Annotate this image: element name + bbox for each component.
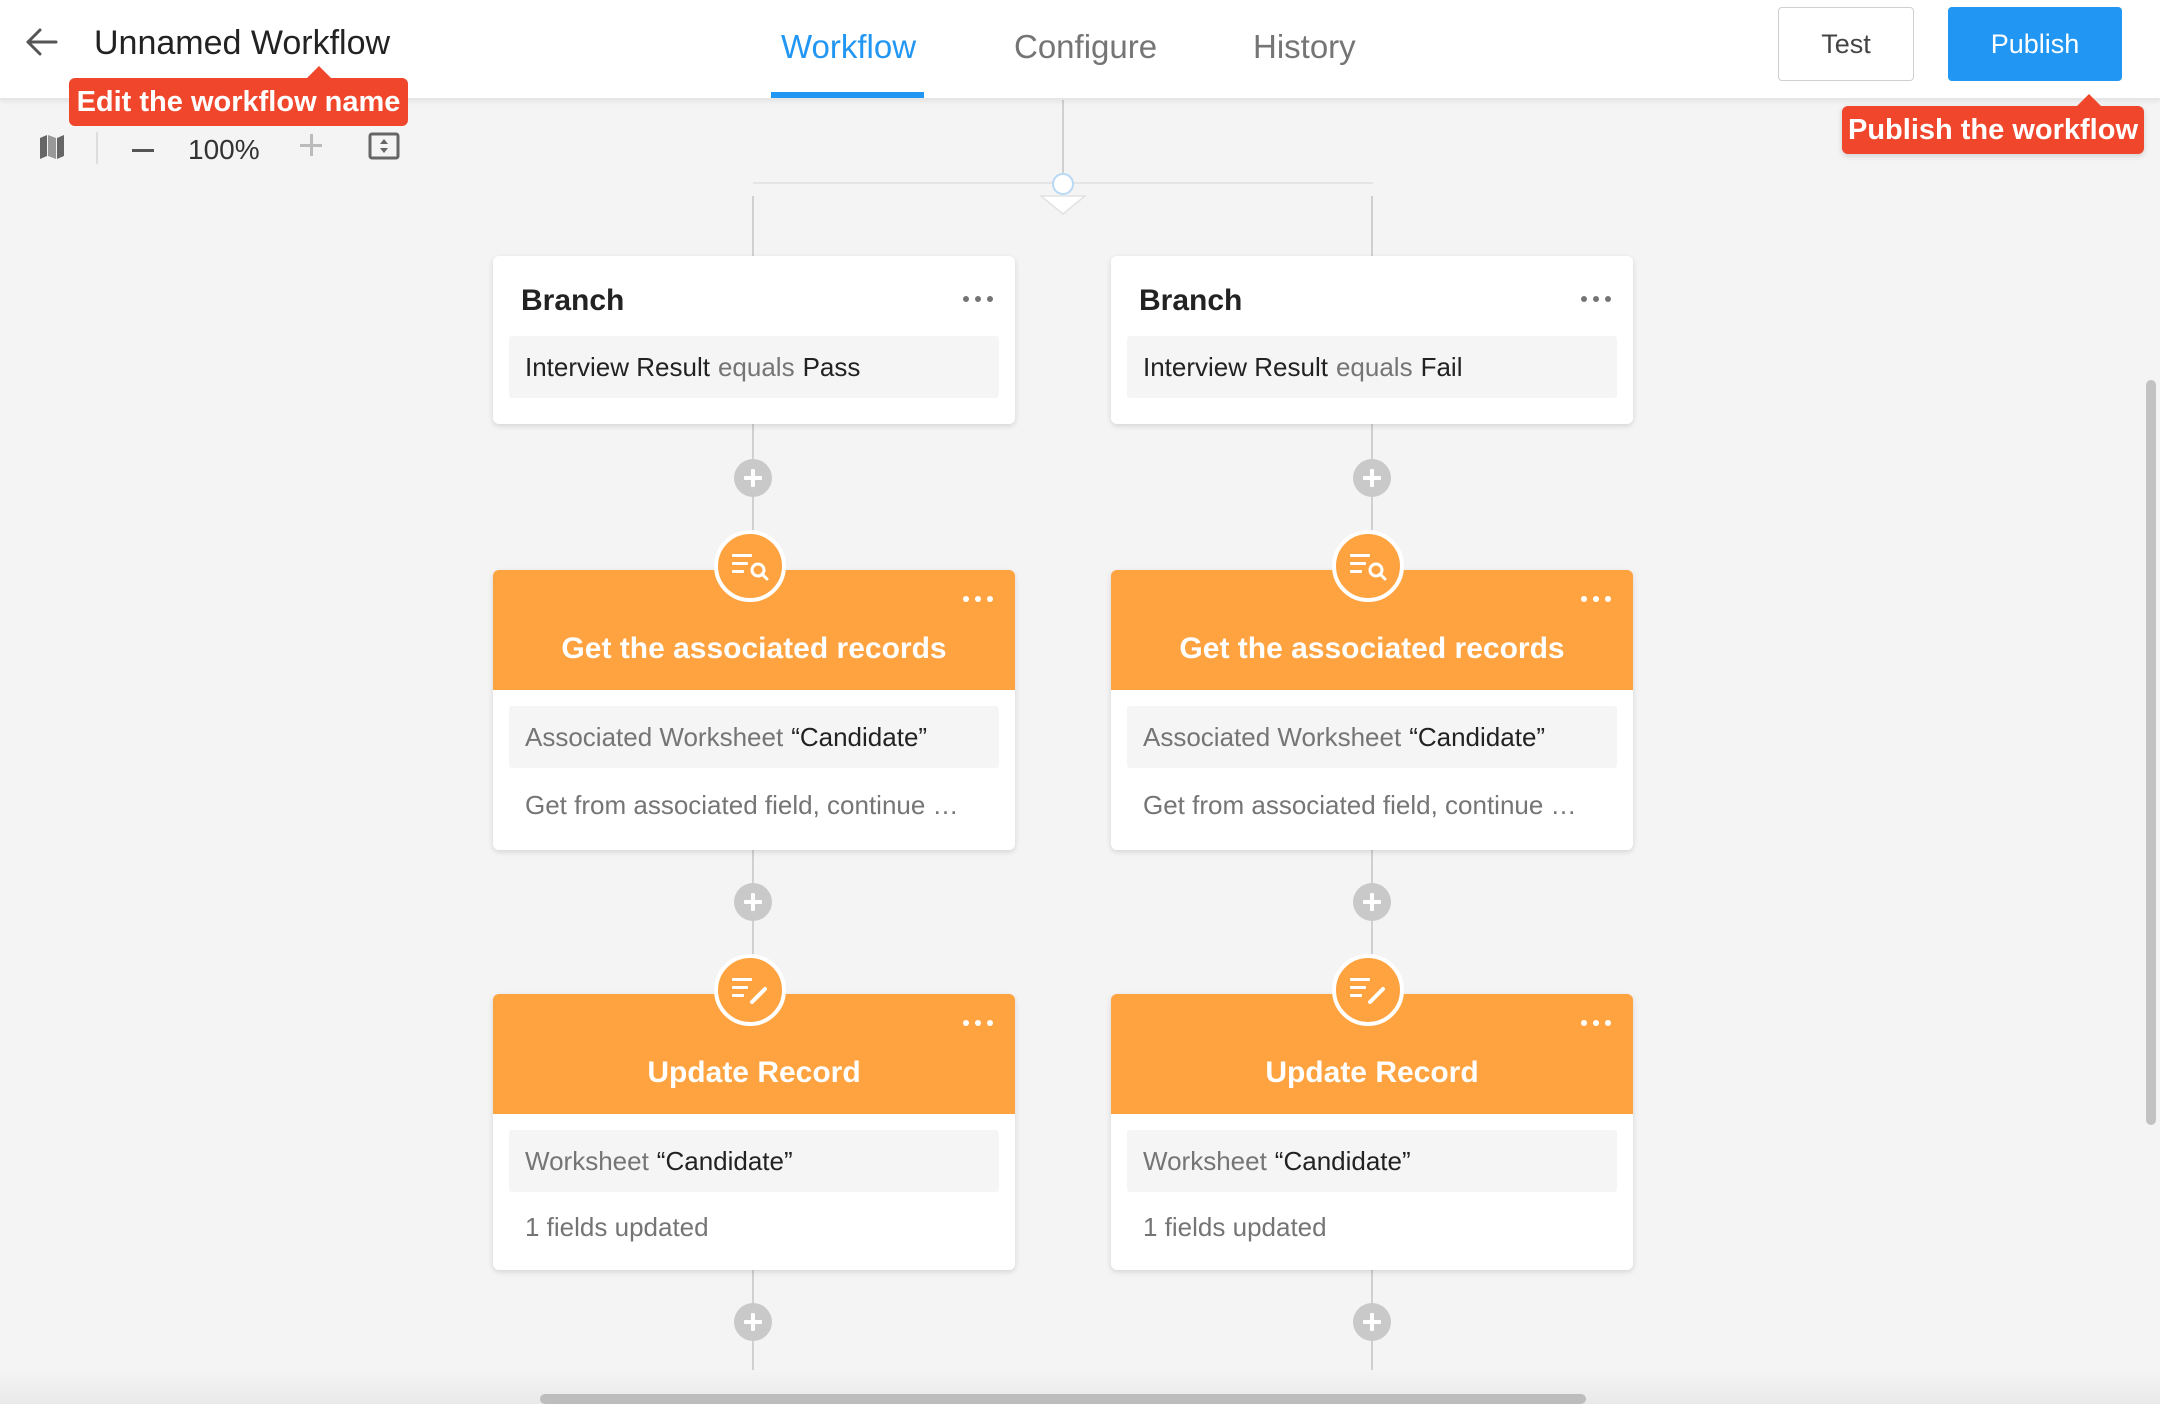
zoom-out-icon[interactable] <box>132 142 156 160</box>
branch-condition: Interview Result equals Fail <box>1127 336 1617 398</box>
card-title: Update Record <box>647 1056 861 1089</box>
edit-name-tooltip: Edit the workflow name <box>69 66 408 126</box>
card-description: 1 fields updated <box>1143 1212 1327 1242</box>
add-node-button[interactable] <box>1353 883 1391 921</box>
card-title: Get the associated records <box>561 632 947 665</box>
workflow-name[interactable]: Unnamed Workflow <box>94 24 390 63</box>
edit-list-icon <box>1332 954 1404 1026</box>
update-record-card[interactable]: Update Record Worksheet “Candidate” 1 fi… <box>493 954 1015 1270</box>
worksheet-info: Associated Worksheet “Candidate” <box>509 706 999 768</box>
worksheet-label: Associated Worksheet <box>1143 721 1402 752</box>
search-list-icon <box>1332 530 1404 602</box>
zoom-level: 100% <box>188 134 260 165</box>
branch-split-node[interactable] <box>1038 166 1088 216</box>
condition-operator: equals <box>1335 351 1413 382</box>
worksheet-value: “Candidate” <box>791 721 928 752</box>
vertical-scrollbar[interactable] <box>2146 380 2156 1125</box>
condition-value: Pass <box>802 351 861 382</box>
worksheet-label: Worksheet <box>525 1145 649 1176</box>
branch-card[interactable]: Branch Interview Result equals Fail <box>1111 256 1633 424</box>
add-node-button[interactable] <box>734 459 772 497</box>
card-description: Get from associated field, continue … <box>1143 790 1577 820</box>
get-records-card[interactable]: Get the associated records Associated Wo… <box>493 530 1015 850</box>
branch-condition: Interview Result equals Pass <box>509 336 999 398</box>
tab-workflow[interactable]: Workflow <box>781 28 916 66</box>
connector-line <box>1371 196 1373 256</box>
condition-value: Fail <box>1420 351 1463 382</box>
active-tab-indicator <box>771 92 924 98</box>
test-button[interactable]: Test <box>1778 7 1914 81</box>
card-description: Get from associated field, continue … <box>525 790 959 820</box>
condition-field: Interview Result <box>525 351 710 382</box>
branch-card[interactable]: Branch Interview Result equals Pass <box>493 256 1015 424</box>
tab-history[interactable]: History <box>1253 28 1356 66</box>
worksheet-info: Worksheet “Candidate” <box>509 1130 999 1192</box>
worksheet-info: Associated Worksheet “Candidate” <box>1127 706 1617 768</box>
card-title: Get the associated records <box>1179 632 1565 665</box>
worksheet-value: “Candidate” <box>1409 721 1546 752</box>
worksheet-label: Worksheet <box>1143 1145 1267 1176</box>
card-title: Update Record <box>1265 1056 1479 1089</box>
connector-line <box>752 196 754 256</box>
publish-button[interactable]: Publish <box>1948 7 2122 81</box>
branch-title: Branch <box>521 284 625 317</box>
horizontal-scrollbar[interactable] <box>540 1394 1586 1404</box>
more-options-icon[interactable] <box>963 1018 993 1028</box>
search-list-icon <box>714 530 786 602</box>
workflow-canvas[interactable]: Branch Interview Result equals Pass Get … <box>0 0 2160 1404</box>
back-arrow-icon[interactable] <box>22 22 72 72</box>
more-options-icon[interactable] <box>963 594 993 604</box>
condition-field: Interview Result <box>1143 351 1328 382</box>
toolbar-divider <box>96 132 98 164</box>
update-record-card[interactable]: Update Record Worksheet “Candidate” 1 fi… <box>1111 954 1633 1270</box>
more-options-icon[interactable] <box>1581 594 1611 604</box>
worksheet-label: Associated Worksheet <box>525 721 784 752</box>
edit-list-icon <box>714 954 786 1026</box>
more-options-icon[interactable] <box>1581 1018 1611 1028</box>
worksheet-value: “Candidate” <box>1274 1145 1411 1176</box>
card-description: 1 fields updated <box>525 1212 709 1242</box>
branch-title: Branch <box>1139 284 1243 317</box>
worksheet-value: “Candidate” <box>656 1145 793 1176</box>
condition-operator: equals <box>717 351 795 382</box>
add-node-button[interactable] <box>1353 459 1391 497</box>
publish-tooltip: Publish the workflow <box>1842 94 2144 154</box>
zoom-in-icon[interactable] <box>300 134 324 163</box>
tab-configure[interactable]: Configure <box>1014 28 1157 66</box>
map-icon[interactable] <box>38 134 66 165</box>
fit-screen-icon[interactable] <box>368 132 400 165</box>
add-node-button[interactable] <box>734 883 772 921</box>
more-options-icon[interactable] <box>963 294 993 304</box>
add-node-button[interactable] <box>1353 1303 1391 1341</box>
add-node-button[interactable] <box>734 1303 772 1341</box>
get-records-card[interactable]: Get the associated records Associated Wo… <box>1111 530 1633 850</box>
worksheet-info: Worksheet “Candidate” <box>1127 1130 1617 1192</box>
more-options-icon[interactable] <box>1581 294 1611 304</box>
